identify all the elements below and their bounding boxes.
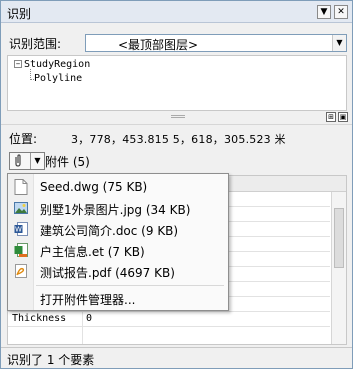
position-row: 位置: 3，778，453.815 5，618，305.523 米 — [1, 124, 352, 148]
menu-item-label: 测试报告.pdf (4697 KB) — [40, 266, 175, 280]
attachment-button[interactable]: ▼ — [9, 152, 45, 170]
menu-item-label: 别墅1外景图片.jpg (34 KB) — [40, 203, 191, 217]
attachment-count: (5) — [72, 155, 90, 169]
menu-item-villa-jpg[interactable]: 别墅1外景图片.jpg (34 KB) — [8, 198, 228, 219]
menu-item-report-pdf[interactable]: 测试报告.pdf (4697 KB) — [8, 261, 228, 282]
scope-value: <最顶部图层> — [118, 38, 199, 52]
position-label: 位置: — [9, 132, 38, 146]
tree-node-child[interactable]: Polyline — [34, 73, 82, 84]
scope-label: 识别范围: — [9, 37, 62, 51]
window-title: 识别 — [7, 7, 32, 21]
feature-tree: − StudyRegion Polyline — [7, 55, 347, 111]
menu-item-company-doc[interactable]: W 建筑公司简介.doc (9 KB) — [8, 219, 228, 240]
scope-select[interactable]: <最顶部图层> ▼ — [85, 34, 347, 52]
menu-item-label: Seed.dwg (75 KB) — [40, 180, 148, 194]
file-icon — [14, 179, 28, 195]
close-button[interactable]: ✕ — [334, 5, 348, 19]
status-bar: 识别了 1 个要素 — [1, 347, 352, 368]
chevron-down-icon[interactable]: ▼ — [30, 153, 44, 169]
field-value: 0 — [86, 313, 93, 324]
svg-text:W: W — [15, 226, 22, 234]
tree-node-child-label: Polyline — [34, 73, 83, 84]
paperclip-icon — [13, 154, 23, 171]
vertical-scrollbar[interactable] — [331, 192, 346, 344]
word-doc-icon: W — [14, 221, 28, 237]
identify-window: 识别 ▼ ✕ 识别范围: <最顶部图层> ▼ − StudyRegion Poly… — [0, 0, 353, 369]
pin-dropdown-button[interactable]: ▼ — [317, 5, 331, 19]
attachment-menu: Seed.dwg (75 KB) 别墅1外景图片.jpg (34 KB) W 建… — [7, 173, 229, 311]
status-text: 识别了 1 个要素 — [7, 353, 95, 367]
scrollbar-thumb[interactable] — [334, 208, 344, 268]
collapse-icon[interactable]: − — [14, 60, 22, 68]
menu-item-owner-et[interactable]: 户主信息.et (7 KB) — [8, 240, 228, 261]
splitter-handle[interactable] — [171, 115, 185, 118]
title-bar: 识别 ▼ ✕ — [1, 1, 352, 23]
attachment-label: 附件 (5) — [45, 155, 90, 169]
menu-item-label: 打开附件管理器... — [40, 293, 136, 307]
menu-item-seed-dwg[interactable]: Seed.dwg (75 KB) — [8, 177, 228, 198]
position-value: 3，778，453.815 5，618，305.523 米 — [71, 133, 286, 146]
tree-node-root[interactable]: − StudyRegion — [14, 59, 90, 70]
attachment-row: ▼ 附件 (5) — [1, 150, 352, 172]
chevron-down-icon[interactable]: ▼ — [332, 35, 346, 51]
tree-node-root-label: StudyRegion — [24, 59, 91, 70]
collapse-all-icon[interactable]: ▣ — [338, 112, 348, 122]
pdf-icon — [14, 263, 28, 279]
field-name: Thickness — [12, 313, 67, 324]
image-icon — [14, 200, 28, 216]
spreadsheet-icon — [14, 242, 28, 258]
menu-separator — [36, 285, 224, 286]
menu-item-open-manager[interactable]: 打开附件管理器... — [8, 288, 228, 309]
menu-item-label: 户主信息.et (7 KB) — [40, 245, 145, 259]
table-row[interactable]: Thickness 0 — [8, 312, 330, 327]
menu-item-label: 建筑公司简介.doc (9 KB) — [40, 224, 179, 238]
expand-all-icon[interactable]: ⊞ — [326, 112, 336, 122]
